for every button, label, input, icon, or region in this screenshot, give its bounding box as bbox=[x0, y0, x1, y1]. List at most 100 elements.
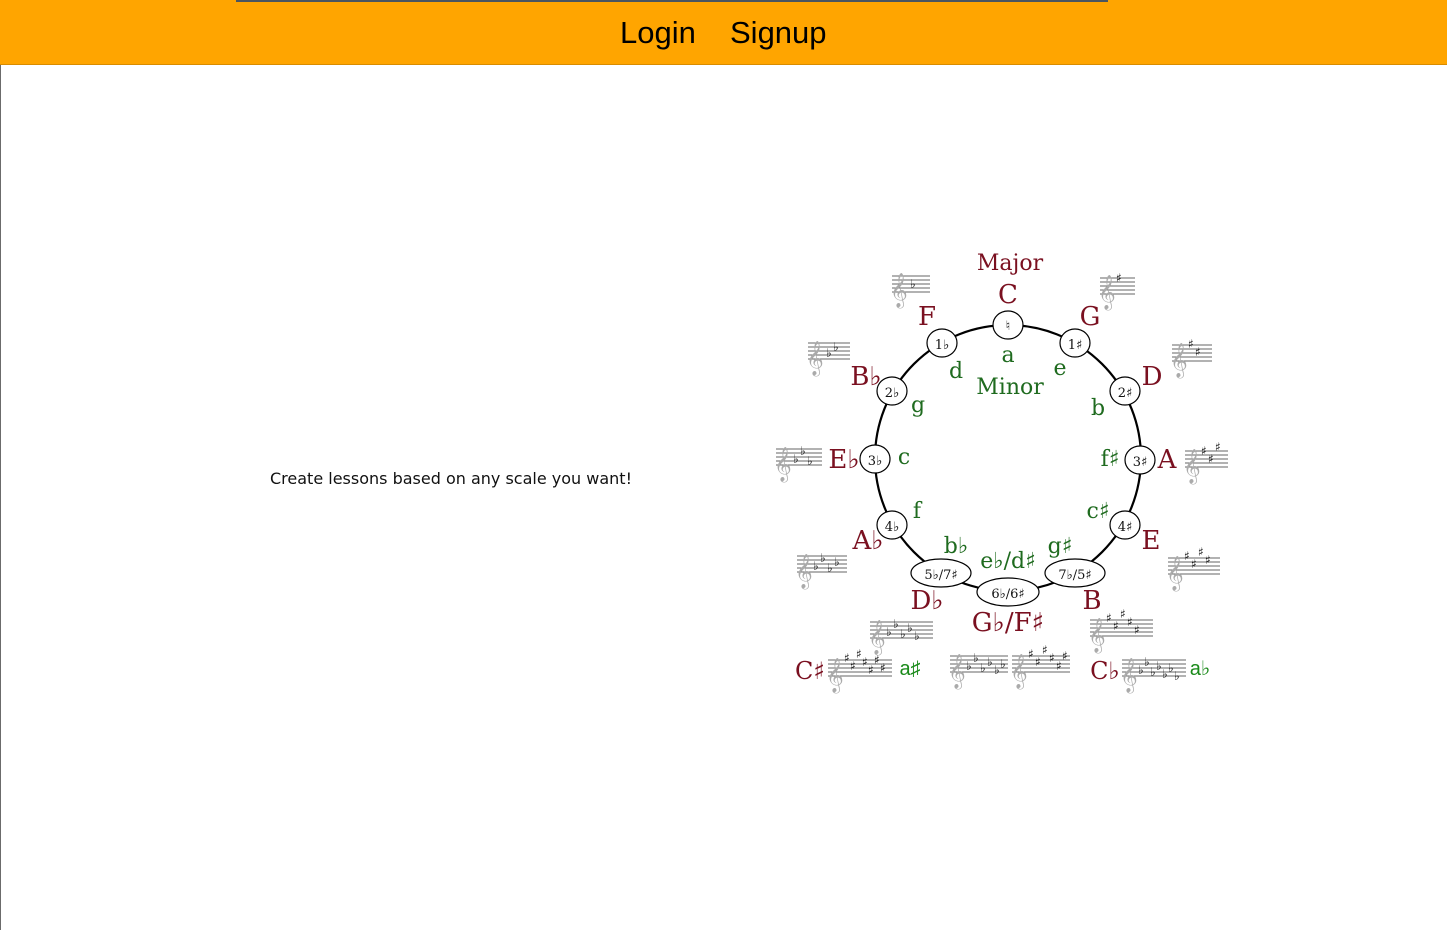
major-key-label: A bbox=[1157, 445, 1178, 475]
sig-node-c: ♮ bbox=[992, 310, 1024, 340]
flat-icon: ♭ bbox=[994, 663, 1000, 677]
minor-key-label: b bbox=[1091, 396, 1105, 421]
sharp-icon: ♯ bbox=[856, 647, 862, 661]
sig-label: 6♭/6♯ bbox=[991, 587, 1024, 602]
sig-label: 3♭ bbox=[868, 454, 882, 469]
sharp-icon: ♯ bbox=[1188, 337, 1194, 351]
sharp-icon: ♯ bbox=[1120, 607, 1126, 621]
sharp-icon: ♯ bbox=[862, 655, 868, 669]
treble-clef-icon: 𝄞 bbox=[1166, 556, 1184, 592]
sig-node-f: 1♭ bbox=[926, 328, 958, 358]
major-key-label: D bbox=[1142, 362, 1163, 392]
treble-clef-icon: 𝄞 bbox=[826, 658, 844, 694]
sharp-icon: ♯ bbox=[1062, 649, 1068, 663]
flat-icon: ♭ bbox=[807, 454, 813, 468]
major-key-label: D♭ bbox=[910, 586, 943, 616]
sig-node-db: 5♭/7♯ bbox=[910, 558, 972, 588]
major-key-label: G♭/F♯ bbox=[972, 608, 1044, 638]
staff-thumbnail-bb: 𝄞 ♭ ♭ bbox=[806, 340, 850, 377]
treble-clef-icon: 𝄞 bbox=[1010, 654, 1028, 690]
sharp-icon: ♯ bbox=[1195, 345, 1201, 359]
flat-icon: ♭ bbox=[1144, 655, 1150, 669]
sharp-icon: ♯ bbox=[1113, 619, 1119, 633]
treble-clef-icon: 𝄞 bbox=[806, 341, 824, 377]
staff-thumbnail-ab: 𝄞 ♭ ♭ ♭ ♭ bbox=[795, 551, 847, 590]
treble-clef-icon: 𝄞 bbox=[948, 654, 966, 690]
flat-icon: ♭ bbox=[966, 659, 972, 673]
staff-thumbnail-eb: 𝄞 ♭ ♭ ♭ bbox=[774, 444, 822, 483]
sig-node-e: 4♯ bbox=[1109, 510, 1141, 540]
minor-key-label: d bbox=[949, 359, 963, 384]
sharp-icon: ♯ bbox=[1208, 452, 1214, 466]
staff-thumbnail-fs: 𝄞 ♯ ♯ ♯ ♯ ♯ ♯ bbox=[1010, 643, 1070, 690]
flat-icon: ♭ bbox=[910, 277, 916, 291]
sig-node-d: 2♯ bbox=[1109, 376, 1141, 406]
enharmonic-major-label: C♭ bbox=[1090, 657, 1120, 685]
flat-icon: ♭ bbox=[793, 452, 799, 466]
treble-clef-icon: 𝄞 bbox=[1120, 658, 1138, 694]
sharp-icon: ♯ bbox=[1056, 659, 1062, 673]
minor-key-label: g♯ bbox=[1048, 534, 1073, 559]
sig-label: 4♯ bbox=[1118, 520, 1133, 535]
minor-key-label: a bbox=[1001, 343, 1014, 368]
treble-clef-icon: 𝄞 bbox=[1088, 618, 1106, 654]
sharp-icon: ♯ bbox=[1191, 557, 1197, 571]
sig-label: 2♭ bbox=[885, 386, 899, 401]
tagline-text: Create lessons based on any scale you wa… bbox=[270, 469, 632, 488]
treble-clef-icon: 𝄞 bbox=[1170, 343, 1188, 379]
sig-label: 5♭/7♯ bbox=[924, 568, 957, 583]
enharmonic-minor-label: a♭ bbox=[1190, 658, 1211, 680]
sharp-icon: ♯ bbox=[1028, 647, 1034, 661]
flat-icon: ♭ bbox=[914, 629, 920, 643]
sharp-icon: ♯ bbox=[1049, 651, 1055, 665]
flat-icon: ♭ bbox=[800, 444, 806, 458]
minor-key-label: f♯ bbox=[1101, 447, 1120, 472]
login-link[interactable]: Login bbox=[620, 14, 696, 52]
major-key-label: E bbox=[1142, 526, 1161, 556]
minor-key-label: g bbox=[911, 393, 925, 418]
sharp-icon: ♯ bbox=[1127, 615, 1133, 629]
sig-label: 1♭ bbox=[935, 338, 949, 353]
flat-icon: ♭ bbox=[1174, 669, 1180, 683]
sig-label: 1♯ bbox=[1068, 338, 1083, 353]
flat-icon: ♭ bbox=[820, 551, 826, 565]
flat-icon: ♭ bbox=[907, 621, 913, 635]
sharp-icon: ♯ bbox=[874, 653, 880, 667]
major-key-label: C bbox=[998, 280, 1018, 310]
sharp-icon: ♯ bbox=[1035, 655, 1041, 669]
major-key-label: F bbox=[918, 302, 936, 332]
staff-thumbnail-a: 𝄞 ♯ ♯ ♯ bbox=[1183, 440, 1228, 485]
sig-node-eb: 3♭ bbox=[859, 444, 891, 474]
sharp-icon: ♯ bbox=[850, 659, 856, 673]
major-title: Major bbox=[977, 251, 1044, 276]
sig-node-g: 1♯ bbox=[1059, 328, 1091, 358]
sig-label: 7♭/5♯ bbox=[1058, 568, 1091, 583]
sig-label: 3♯ bbox=[1133, 455, 1148, 470]
flat-icon: ♭ bbox=[833, 340, 839, 354]
flat-icon: ♭ bbox=[1156, 659, 1162, 673]
flat-icon: ♭ bbox=[834, 555, 840, 569]
enharmonic-major-label: C♯ bbox=[795, 657, 825, 685]
signup-link[interactable]: Signup bbox=[730, 14, 827, 52]
sig-label: 2♯ bbox=[1118, 386, 1133, 401]
sig-label: ♮ bbox=[1006, 319, 1011, 334]
sig-label: 4♭ bbox=[885, 520, 899, 535]
window-edge bbox=[0, 0, 1, 930]
flat-icon: ♭ bbox=[1000, 657, 1006, 671]
circle-of-fifths-diagram: Major Minor ♮ 1♯ 2♯ 3♯ 4♯ 7♭/5♯ 6♭/6♯ 5♭… bbox=[774, 251, 1228, 694]
sharp-icon: ♯ bbox=[1205, 553, 1211, 567]
major-key-label: B bbox=[1082, 586, 1101, 616]
flat-icon: ♭ bbox=[826, 346, 832, 360]
flat-icon: ♭ bbox=[813, 559, 819, 573]
staff-thumbnail-g: 𝄞 ♯ bbox=[1098, 271, 1135, 311]
treble-clef-icon: 𝄞 bbox=[1098, 275, 1116, 311]
flat-icon: ♭ bbox=[987, 655, 993, 669]
flat-icon: ♭ bbox=[893, 617, 899, 631]
flat-icon: ♭ bbox=[827, 561, 833, 575]
top-navbar: Login Signup bbox=[0, 0, 1447, 65]
treble-clef-icon: 𝄞 bbox=[1183, 449, 1201, 485]
treble-clef-icon: 𝄞 bbox=[774, 447, 792, 483]
minor-key-label: b♭ bbox=[944, 534, 968, 559]
treble-clef-icon: 𝄞 bbox=[795, 554, 813, 590]
treble-clef-icon: 𝄞 bbox=[890, 273, 908, 309]
